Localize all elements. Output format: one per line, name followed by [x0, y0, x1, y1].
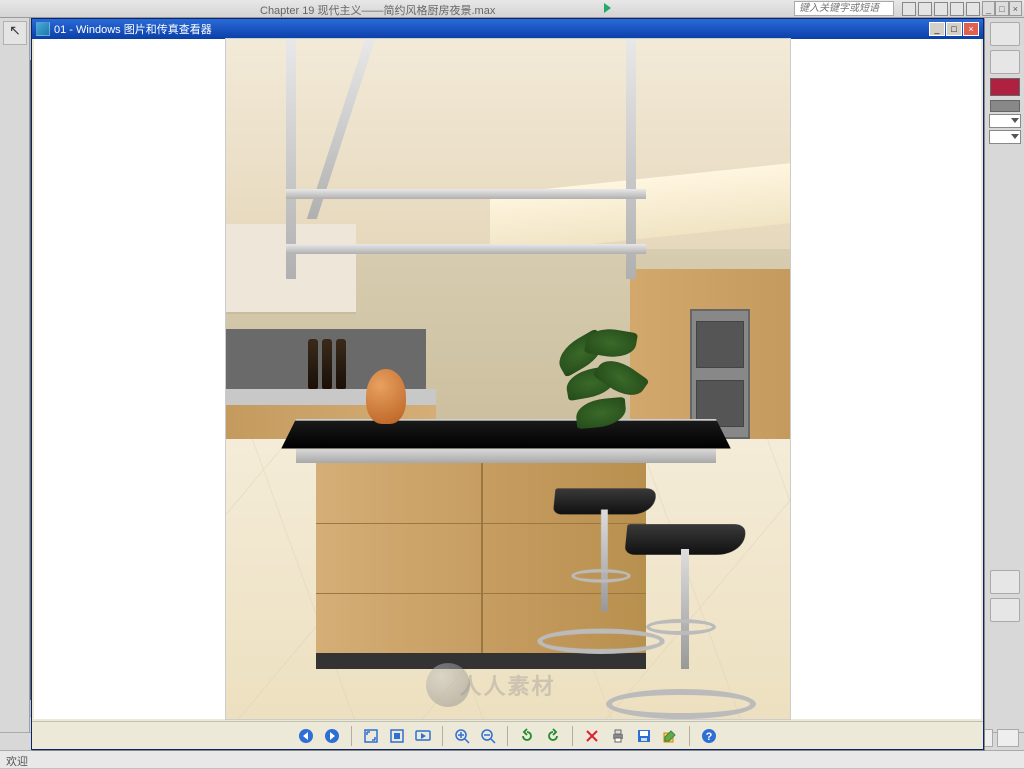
viewer-title-text: 01 - Windows 图片和传真查看器 — [54, 21, 929, 37]
select-tool-icon[interactable] — [3, 21, 27, 45]
script-play-icon[interactable] — [604, 3, 611, 13]
picture-viewer-window: 01 - Windows 图片和传真查看器 _ □ × — [31, 18, 984, 750]
panel-dropdown[interactable] — [989, 114, 1021, 128]
prev-image-button[interactable] — [295, 725, 317, 747]
host-titlebar: Chapter 19 现代主义——简约风格厨房夜景.max _ □ × — [0, 0, 1024, 18]
infocenter-button[interactable] — [918, 2, 932, 16]
infocenter-button[interactable] — [902, 2, 916, 16]
maximize-viewport-icon[interactable] — [997, 729, 1019, 747]
status-text: 欢迎 — [6, 756, 28, 768]
infocenter-button[interactable] — [950, 2, 964, 16]
delete-button[interactable] — [581, 725, 603, 747]
help-search-input[interactable] — [794, 1, 894, 16]
viewer-toolbar: ? — [32, 721, 983, 749]
window-close-button[interactable]: × — [963, 22, 979, 36]
help-button[interactable]: ? — [698, 725, 720, 747]
host-minimize-button[interactable]: _ — [982, 1, 995, 16]
rotate-ccw-button[interactable] — [516, 725, 538, 747]
copy-to-button[interactable] — [633, 725, 655, 747]
schematic-view-icon[interactable] — [990, 570, 1020, 594]
hammer-icon[interactable] — [990, 50, 1020, 74]
window-maximize-button[interactable]: □ — [946, 22, 962, 36]
next-image-button[interactable] — [321, 725, 343, 747]
window-minimize-button[interactable]: _ — [929, 22, 945, 36]
teapot-icon[interactable] — [990, 22, 1020, 46]
panel-swatch[interactable] — [990, 100, 1020, 112]
host-left-toolbar — [0, 18, 30, 768]
object-color-swatch[interactable] — [990, 78, 1020, 96]
actual-size-button[interactable] — [386, 725, 408, 747]
rotate-cw-button[interactable] — [542, 725, 564, 747]
panel-dropdown[interactable] — [989, 130, 1021, 144]
viewer-canvas[interactable]: 人人素材 — [34, 39, 981, 719]
zoom-in-button[interactable] — [451, 725, 473, 747]
host-status-bar: 欢迎 — [0, 750, 1024, 768]
host-command-panel — [984, 18, 1024, 768]
viewer-titlebar[interactable]: 01 - Windows 图片和传真查看器 _ □ × — [32, 19, 983, 39]
zoom-out-button[interactable] — [477, 725, 499, 747]
layer-icon[interactable] — [990, 598, 1020, 622]
svg-text:?: ? — [706, 731, 713, 743]
infocenter-button[interactable] — [966, 2, 980, 16]
slideshow-button[interactable] — [412, 725, 434, 747]
app-icon — [36, 22, 50, 36]
host-window-controls: _ □ × — [982, 1, 1022, 16]
infocenter-button[interactable] — [934, 2, 948, 16]
host-maximize-button[interactable]: □ — [995, 1, 1008, 16]
rendered-image: 人人素材 — [226, 39, 790, 719]
host-close-button[interactable]: × — [1009, 1, 1022, 16]
watermark-text: 人人素材 — [459, 669, 555, 701]
open-for-edit-button[interactable] — [659, 725, 681, 747]
host-file-title: Chapter 19 现代主义——简约风格厨房夜景.max — [260, 2, 495, 18]
print-button[interactable] — [607, 725, 629, 747]
best-fit-button[interactable] — [360, 725, 382, 747]
